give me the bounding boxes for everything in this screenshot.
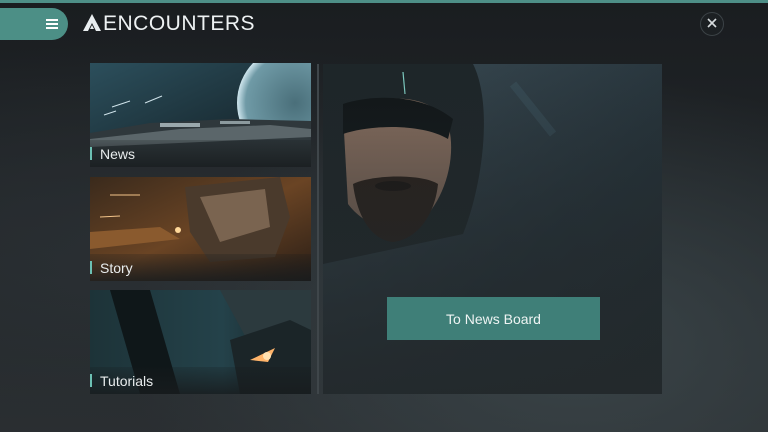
missions-panel: NO MISSIONS	[323, 64, 662, 394]
tile-marker	[90, 147, 92, 160]
category-label-story: Story	[100, 260, 133, 276]
menu-icon	[46, 18, 58, 30]
top-accent-line	[0, 0, 768, 3]
tile-marker	[90, 261, 92, 274]
hooded-character-portrait	[323, 64, 662, 394]
close-button[interactable]	[700, 12, 724, 36]
close-icon	[707, 15, 717, 33]
tile-marker	[90, 374, 92, 387]
game-logo-icon	[83, 14, 101, 37]
category-label-tutorials: Tutorials	[100, 373, 154, 389]
category-label-news: News	[100, 146, 136, 162]
menu-button[interactable]	[0, 8, 68, 40]
page-title: ENCOUNTERS	[103, 12, 256, 35]
column-divider	[317, 64, 319, 394]
to-news-board-button[interactable]: To News Board	[387, 297, 600, 340]
category-tile-story[interactable]: Story	[90, 177, 311, 281]
category-tile-news[interactable]: News	[90, 63, 311, 167]
category-tile-tutorials[interactable]: Tutorials	[90, 290, 311, 394]
